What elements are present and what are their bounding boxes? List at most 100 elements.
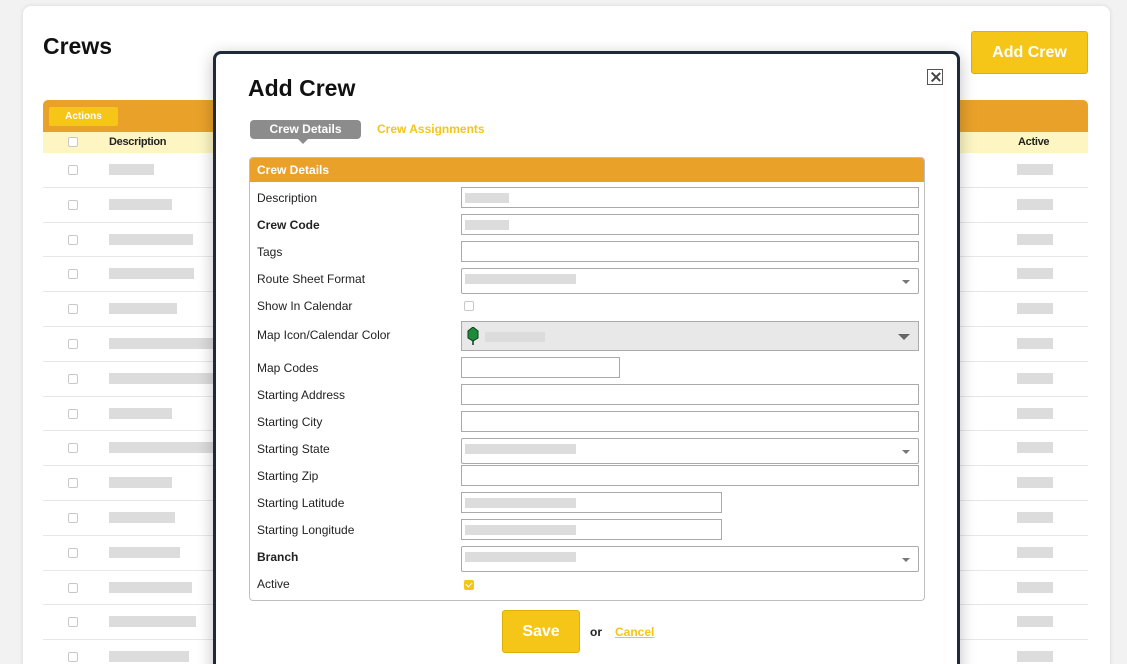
field-row-starting-zip: Starting Zip	[250, 463, 924, 490]
row-checkbox[interactable]	[68, 478, 78, 489]
redacted-active	[1017, 407, 1053, 419]
branch-select[interactable]	[461, 546, 919, 572]
redacted-active	[1017, 337, 1053, 349]
redacted-description	[109, 442, 219, 454]
column-header-description[interactable]: Description	[109, 136, 167, 148]
starting-longitude-label: Starting Longitude	[257, 523, 355, 537]
actions-button[interactable]: Actions	[49, 107, 118, 126]
starting-address-label: Starting Address	[257, 388, 346, 402]
starting-zip-input[interactable]	[461, 465, 919, 486]
field-row-starting-latitude: Starting Latitude	[250, 490, 924, 517]
row-checkbox[interactable]	[68, 512, 78, 523]
redacted-description	[109, 372, 219, 384]
route-sheet-format-select[interactable]	[461, 268, 919, 294]
redacted-active	[1017, 268, 1053, 280]
field-row-crew-code: Crew Code	[250, 212, 924, 239]
row-checkbox[interactable]	[68, 582, 78, 593]
show-in-calendar-checkbox[interactable]	[464, 301, 474, 311]
save-button[interactable]: Save	[502, 610, 580, 653]
row-checkbox[interactable]	[68, 652, 78, 663]
row-checkbox[interactable]	[68, 234, 78, 245]
redacted-description	[109, 477, 172, 489]
field-row-starting-longitude: Starting Longitude	[250, 517, 924, 544]
row-checkbox[interactable]	[68, 338, 78, 349]
redacted-description	[109, 164, 154, 175]
map-icon-color-select[interactable]	[461, 321, 919, 351]
row-checkbox[interactable]	[68, 269, 78, 280]
redacted-active	[1017, 581, 1053, 593]
starting-latitude-input[interactable]	[461, 492, 722, 513]
redacted-active	[1017, 372, 1053, 384]
row-checkbox[interactable]	[68, 443, 78, 454]
redacted-value	[465, 274, 576, 284]
crew-code-label: Crew Code	[257, 218, 320, 232]
modal-title: Add Crew	[248, 75, 356, 101]
redacted-description	[109, 198, 172, 210]
crew-code-input[interactable]	[461, 214, 919, 235]
row-checkbox[interactable]	[68, 408, 78, 419]
select-all-checkbox[interactable]	[68, 137, 78, 147]
redacted-description	[109, 511, 175, 523]
description-label: Description	[257, 191, 318, 205]
starting-address-input[interactable]	[461, 384, 919, 405]
field-row-active: Active	[250, 571, 924, 598]
starting-city-input[interactable]	[461, 411, 919, 432]
field-row-branch: Branch	[250, 544, 924, 572]
redacted-value	[465, 525, 576, 535]
map-pin-icon	[467, 327, 479, 345]
branch-label: Branch	[257, 550, 299, 564]
row-checkbox[interactable]	[68, 373, 78, 384]
redacted-description	[109, 337, 219, 349]
active-label: Active	[257, 577, 290, 591]
redacted-active	[1017, 546, 1053, 558]
starting-zip-label: Starting Zip	[257, 469, 319, 483]
close-icon[interactable]	[927, 69, 943, 85]
row-checkbox[interactable]	[68, 547, 78, 558]
page-title: Crews	[43, 33, 113, 59]
redacted-description	[109, 651, 189, 663]
map-codes-input[interactable]	[461, 357, 620, 378]
section-title: Crew Details	[250, 158, 924, 182]
field-row-starting-state: Starting State	[250, 436, 924, 464]
tags-input[interactable]	[461, 241, 919, 262]
redacted-active	[1017, 477, 1053, 489]
crew-details-section: Crew Details Description Crew Code Tags …	[249, 157, 925, 601]
field-row-description: Description	[250, 185, 924, 212]
add-crew-button[interactable]: Add Crew	[971, 31, 1088, 74]
field-row-map-codes: Map Codes	[250, 355, 924, 382]
row-checkbox[interactable]	[68, 617, 78, 628]
starting-state-select[interactable]	[461, 438, 919, 464]
field-row-show-in-calendar: Show In Calendar	[250, 293, 924, 320]
starting-latitude-label: Starting Latitude	[257, 496, 345, 510]
show-in-calendar-label: Show In Calendar	[257, 299, 353, 313]
tab-crew-details[interactable]: Crew Details	[250, 120, 361, 144]
redacted-description	[109, 268, 194, 280]
field-row-route-sheet-format: Route Sheet Format	[250, 266, 924, 294]
starting-state-label: Starting State	[257, 442, 330, 456]
tab-crew-assignments[interactable]: Crew Assignments	[377, 122, 485, 136]
redacted-value	[465, 444, 576, 454]
or-text: or	[590, 625, 602, 639]
route-sheet-format-label: Route Sheet Format	[257, 272, 366, 286]
redacted-description	[109, 616, 196, 628]
chevron-down-icon	[902, 280, 910, 284]
redacted-active	[1017, 233, 1053, 245]
redacted-description	[109, 233, 193, 245]
description-input[interactable]	[461, 187, 919, 208]
row-checkbox[interactable]	[68, 199, 78, 210]
chevron-down-icon	[898, 334, 910, 340]
cancel-link[interactable]: Cancel	[615, 625, 654, 639]
starting-longitude-input[interactable]	[461, 519, 722, 540]
redacted-description	[109, 407, 172, 419]
chevron-down-icon	[902, 450, 910, 454]
active-checkbox[interactable]	[464, 580, 474, 590]
add-crew-modal: Add Crew Crew Details Crew Assignments C…	[213, 51, 960, 664]
row-checkbox[interactable]	[68, 304, 78, 315]
redacted-description	[109, 546, 180, 558]
redacted-active	[1017, 198, 1053, 210]
redacted-value	[465, 552, 576, 562]
redacted-description	[109, 581, 192, 593]
field-row-starting-address: Starting Address	[250, 382, 924, 409]
column-header-active[interactable]: Active	[1018, 136, 1050, 148]
row-checkbox[interactable]	[68, 165, 78, 175]
